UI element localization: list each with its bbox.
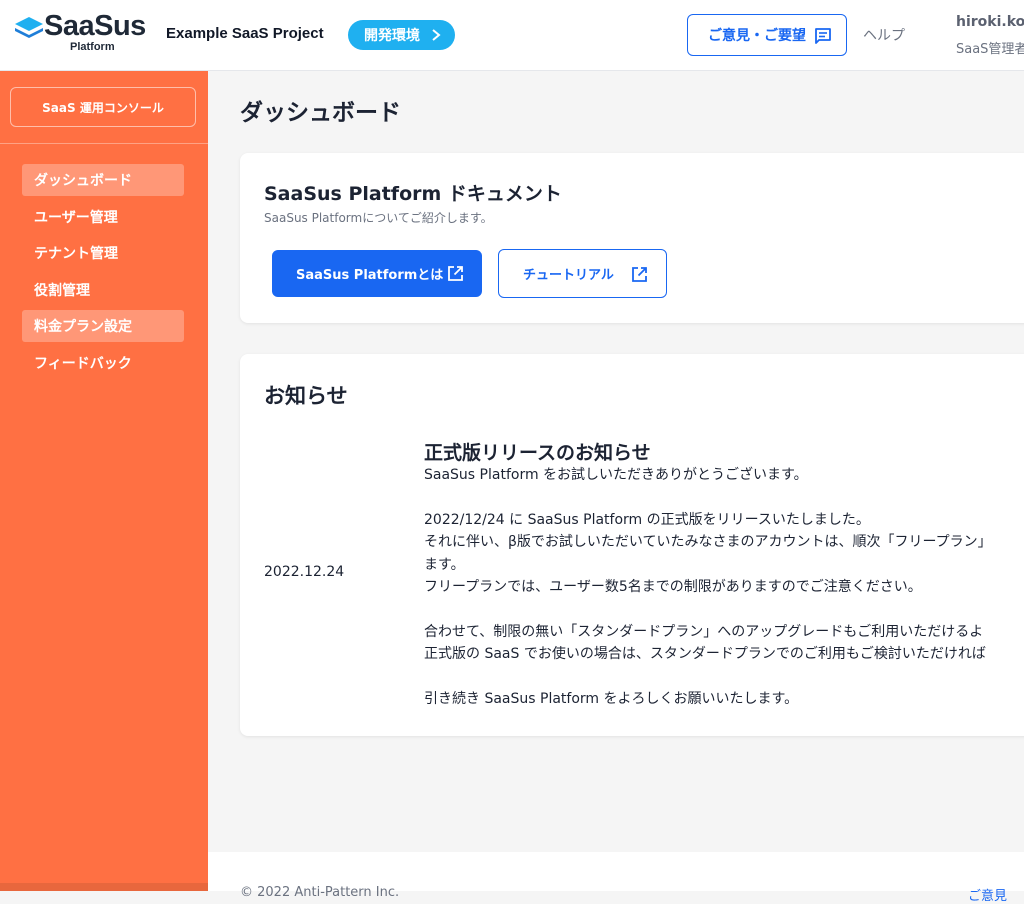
documentation-title: SaaSus Platform ドキュメント [264,183,562,205]
announcement-line [424,598,1024,620]
sidebar-item-pricing-plans[interactable]: 料金プラン設定 [22,310,184,342]
logo-layers-icon [15,17,43,38]
saasus-logo[interactable]: SaaSus Platform [14,10,146,55]
top-header: SaaSus Platform Example SaaS Project 開発環… [0,0,1024,71]
logo-subtext: Platform [70,41,115,53]
external-link-icon [632,267,647,282]
sidebar-bottom-edge [0,883,208,891]
announcement-title: 正式版リリースのお知らせ [424,442,651,464]
logo-text: SaaSus [44,10,146,42]
announcement-line [424,666,1024,688]
sidebar-item-users[interactable]: ユーザー管理 [22,201,184,233]
announcement-line: 引き続き SaaSus Platform をよろしくお願いいたします。 [424,690,799,707]
project-name[interactable]: Example SaaS Project [166,25,324,42]
user-role: SaaS管理者 [956,42,1024,57]
help-link[interactable]: ヘルプ [863,25,905,45]
feedback-button[interactable]: ご意見・ご要望 [687,14,847,56]
tutorial-label: チュートリアル [523,268,614,283]
external-link-icon [448,266,463,281]
environment-badge[interactable]: 開発環境 [348,20,455,50]
announcement-body: SaaSus Platform をお試しいただきありがとうございます。 2022… [424,464,1024,710]
footer-copyright: © 2022 Anti-Pattern Inc. [240,885,400,900]
sidebar: SaaS 運用コンソール ダッシュボード ユーザー管理 テナント管理 役割管理 … [0,71,208,891]
about-saasus-button[interactable]: SaaSus Platformとは [272,250,482,297]
announcement-line: SaaSus Platform をお試しいただきありがとうございます。 [424,467,808,483]
announcement-line: フリープランでは、ユーザー数5名までの制限がありますのでご注意ください。 [424,578,922,595]
saas-console-button[interactable]: SaaS 運用コンソール [10,87,196,127]
tutorial-button[interactable]: チュートリアル [498,249,667,298]
chevron-right-icon [432,29,441,41]
announcement-line: 2022/12/24 に SaaSus Platform の正式版をリリースいた… [424,511,870,528]
message-icon [815,28,831,44]
feedback-label: ご意見・ご要望 [708,28,806,44]
environment-label: 開発環境 [364,28,420,44]
sidebar-item-roles[interactable]: 役割管理 [22,274,184,306]
user-name[interactable]: hiroki.koc [956,14,1024,30]
announcement-line: ます。 [424,556,465,573]
sidebar-divider [0,143,208,144]
announcement-line: 合わせて、制限の無い「スタンダードプラン」へのアップグレードもご利用いただけるよ [424,623,984,640]
announcement-date: 2022.12.24 [264,564,345,580]
footer-feedback-link[interactable]: ご意見 [968,885,1007,904]
page-footer: © 2022 Anti-Pattern Inc. ご意見 [208,852,1024,904]
announcements-heading: お知らせ [264,384,348,408]
sidebar-item-dashboard[interactable]: ダッシュボード [22,164,184,196]
page-title: ダッシュボード [240,100,401,126]
announcements-card: お知らせ 2022.12.24 正式版リリースのお知らせ SaaSus Plat… [240,354,1024,736]
about-saasus-label: SaaSus Platformとは [296,268,444,283]
sidebar-item-tenants[interactable]: テナント管理 [22,237,184,269]
documentation-card: SaaSus Platform ドキュメント SaaSus Platformにつ… [240,153,1024,323]
documentation-subtitle: SaaSus Platformについてご紹介します。 [264,211,493,225]
announcement-line: 正式版の SaaS でお使いの場合は、スタンダードプランでのご利用もご検討いただ… [424,646,986,663]
sidebar-nav: ダッシュボード ユーザー管理 テナント管理 役割管理 料金プラン設定 フィードバ… [22,164,184,383]
announcement-line [424,486,1024,508]
sidebar-item-feedback[interactable]: フィードバック [22,347,184,379]
announcement-line: それに伴い、β版でお試しいただいていたみなさまのアカウントは、順次「フリープラン… [424,534,992,551]
